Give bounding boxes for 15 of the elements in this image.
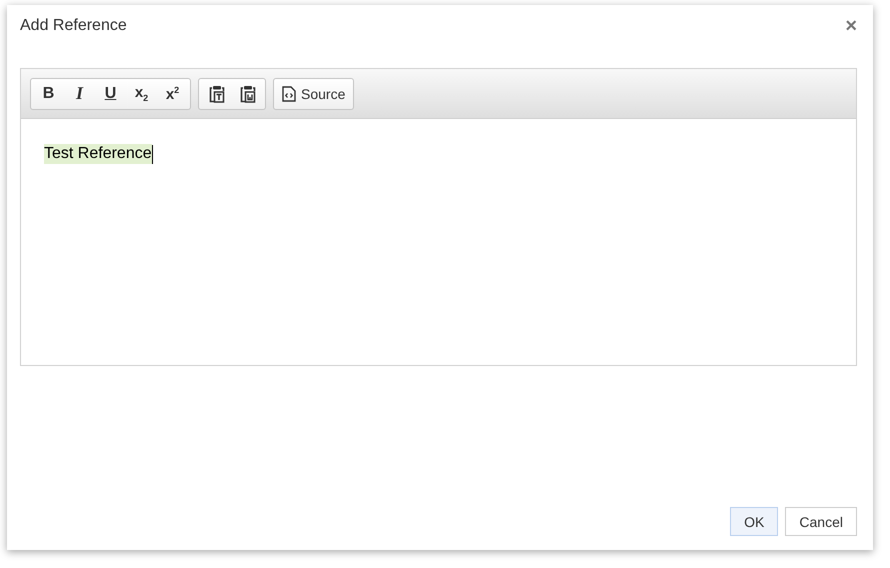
dialog-title: Add Reference bbox=[20, 17, 127, 35]
source-button[interactable]: Source bbox=[277, 80, 350, 106]
superscript-button[interactable]: x$^{2}$ bbox=[158, 80, 187, 106]
document-code-icon bbox=[282, 86, 296, 102]
bold-button[interactable]: B bbox=[34, 80, 63, 106]
subscript-button[interactable]: x$_{2}$ bbox=[127, 80, 156, 106]
clipboard-t-icon bbox=[208, 84, 224, 102]
ok-button[interactable]: OK bbox=[730, 507, 778, 536]
cancel-button[interactable]: Cancel bbox=[785, 507, 857, 536]
underline-button[interactable]: U bbox=[96, 80, 125, 106]
close-button[interactable]: × bbox=[845, 16, 857, 36]
text-cursor bbox=[152, 144, 153, 164]
clipboard-w-icon bbox=[240, 84, 256, 102]
italic-button[interactable]: I bbox=[65, 80, 94, 106]
reference-text[interactable]: Test Reference bbox=[44, 144, 152, 164]
